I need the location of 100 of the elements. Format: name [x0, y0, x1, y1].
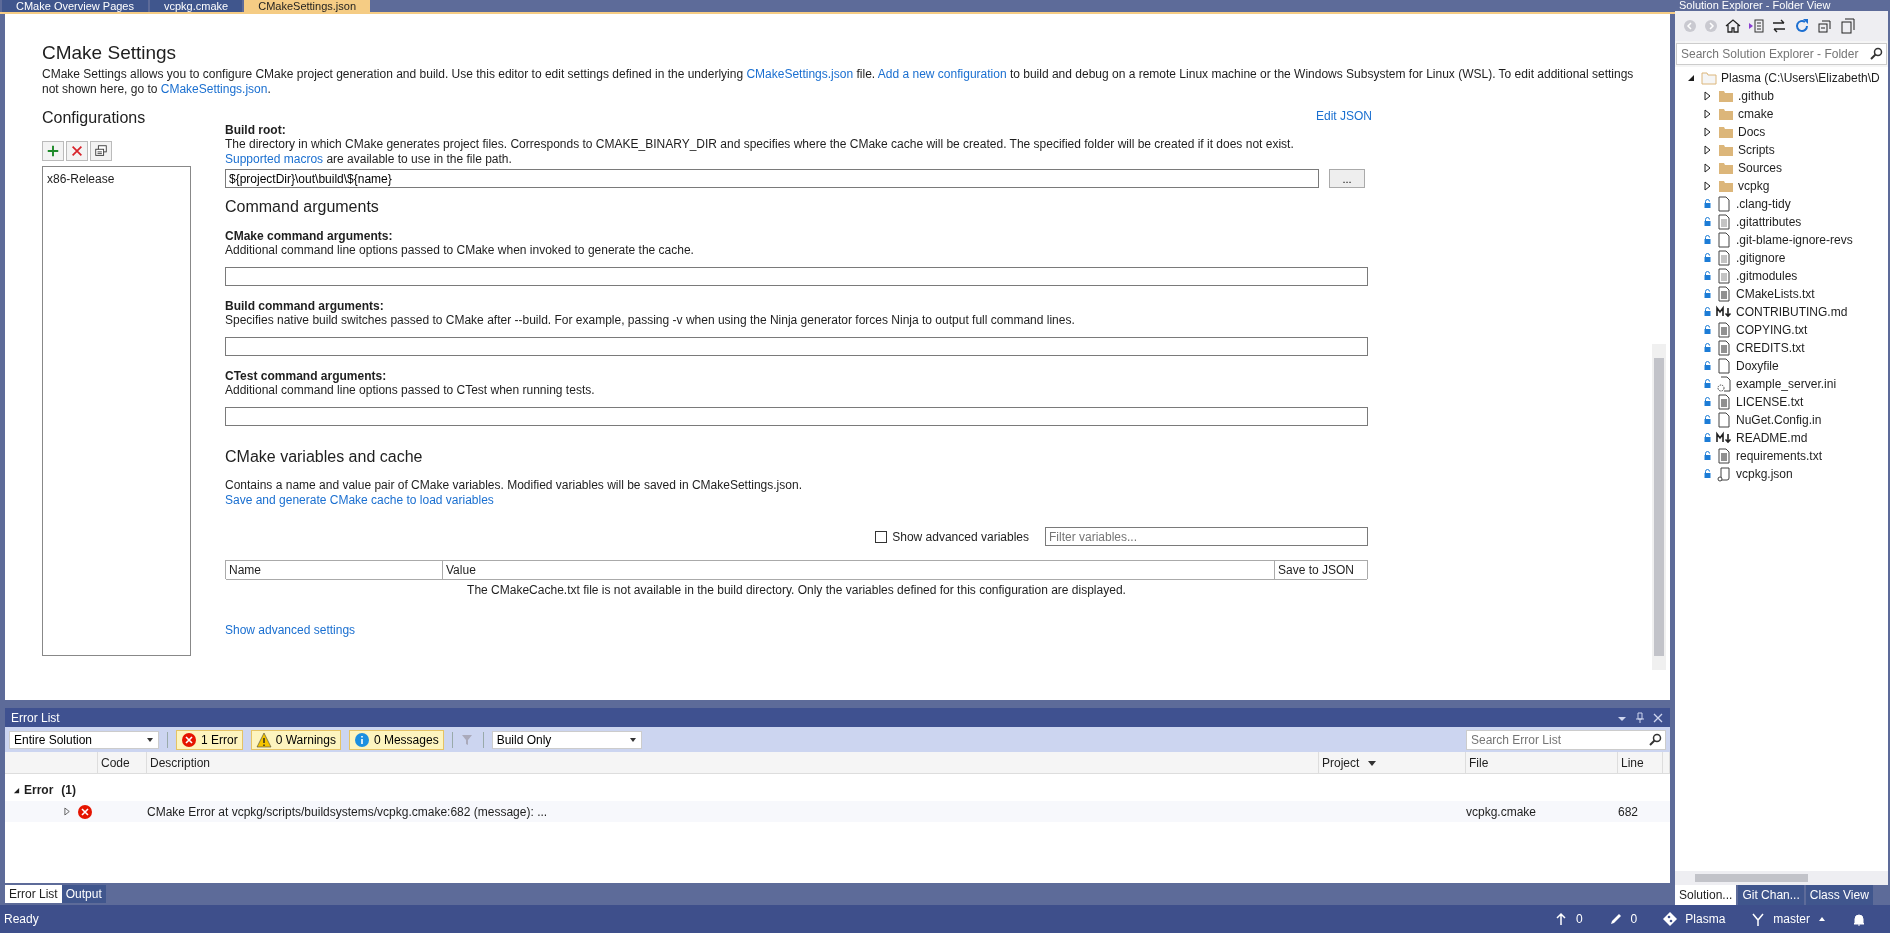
link[interactable]: Add a new configuration	[877, 67, 1007, 81]
browse-button[interactable]: ...	[1329, 169, 1365, 188]
input-field[interactable]	[225, 337, 1368, 356]
tree-item[interactable]: requirements.txt	[1736, 449, 1823, 463]
page-icon	[1716, 358, 1732, 374]
input-field[interactable]	[225, 407, 1368, 426]
search-field[interactable]: Search Solution Explorer - Folder	[1676, 43, 1887, 65]
tree-item[interactable]: CONTRIBUTING.md	[1736, 305, 1848, 319]
tree-item[interactable]: cmake	[1738, 107, 1774, 121]
tree-item[interactable]: .gitattributes	[1736, 215, 1802, 229]
panel-tab[interactable]: Output	[61, 885, 106, 903]
link[interactable]: CMakeSettings.json	[746, 67, 854, 81]
tree-item[interactable]: Doxyfile	[1736, 359, 1779, 373]
build-dropdown[interactable]: Build Only	[491, 730, 642, 749]
panel-tab[interactable]: Error List	[5, 885, 62, 903]
lock-icon	[1703, 361, 1711, 371]
filter-toggle[interactable]: 0 Messages	[348, 729, 444, 750]
delete-button[interactable]	[66, 141, 88, 161]
tree-item[interactable]: vcpkg	[1738, 179, 1770, 193]
lock-icon	[1703, 199, 1711, 209]
lock-icon	[1703, 469, 1711, 479]
section-heading: Configurations	[42, 109, 146, 127]
tree-item[interactable]: .clang-tidy	[1736, 197, 1791, 211]
add-button[interactable]	[42, 141, 64, 161]
branch-icon	[1751, 912, 1766, 926]
column-header: Save to JSON	[1275, 561, 1367, 580]
tree-item[interactable]: LICENSE.txt	[1736, 395, 1804, 409]
expand-icon[interactable]	[1704, 109, 1712, 119]
expand-icon[interactable]	[1704, 91, 1712, 101]
tree-item[interactable]: Plasma (C:\Users\Elizabeth\D	[1721, 71, 1880, 85]
lock-icon	[1703, 307, 1711, 317]
page-icon	[1716, 196, 1732, 212]
tree-item[interactable]: example_server.ini	[1736, 377, 1837, 391]
column-header[interactable]: Line	[1618, 752, 1663, 773]
field-description: The directory in which CMake generates project files. Corresponds to CMAKE_BINARY_DIR and specifies where the CMake cache will be created. The specified folder will be created if it does not exist. Supported macros are available to use in the file path.	[225, 137, 1295, 167]
tree-item[interactable]: NuGet.Config.in	[1736, 413, 1822, 427]
text-page-icon	[1716, 214, 1732, 230]
scrollbar[interactable]	[1652, 344, 1666, 670]
field-label: CTest command arguments:	[225, 369, 388, 383]
expanded-icon[interactable]	[13, 786, 20, 794]
status-item[interactable]: 0	[1630, 912, 1638, 926]
show-advanced-link[interactable]: Show advanced settings	[225, 623, 356, 637]
tree-item[interactable]: CMakeLists.txt	[1736, 287, 1815, 301]
expand-icon[interactable]	[1704, 127, 1712, 137]
checkbox[interactable]	[875, 530, 888, 543]
tree-item[interactable]: .gitmodules	[1736, 269, 1798, 283]
scope-dropdown[interactable]: Entire Solution	[9, 730, 159, 749]
document-tab[interactable]: vcpkg.cmake	[150, 0, 243, 12]
column-header[interactable]: Description	[147, 752, 1319, 773]
copy-button[interactable]	[90, 141, 112, 161]
expanded-icon[interactable]	[1687, 74, 1695, 82]
panel-tab[interactable]: Class View	[1805, 885, 1873, 905]
page-icon	[1716, 412, 1732, 428]
tree-item[interactable]: .github	[1738, 89, 1775, 103]
build-root-field[interactable]: ${projectDir}\out\build\${name}	[225, 169, 1319, 188]
filter-icon	[460, 732, 475, 747]
tree-item[interactable]: vcpkg.json	[1736, 467, 1793, 481]
column-header[interactable]: Code	[98, 752, 147, 773]
edit-json-link[interactable]: Edit JSON	[1316, 109, 1372, 127]
caret-icon	[1818, 915, 1826, 923]
lock-icon	[1703, 343, 1711, 353]
link[interactable]: Supported macros	[225, 152, 324, 166]
tree-item[interactable]: .git-blame-ignore-revs	[1736, 233, 1853, 247]
git-icon	[1663, 912, 1678, 926]
status-item[interactable]: Plasma	[1685, 912, 1726, 926]
text-page-icon	[1716, 250, 1732, 266]
scrollbar[interactable]	[1675, 871, 1888, 885]
filter-toggle[interactable]: 1 Error	[176, 729, 243, 750]
panel-tab[interactable]: Solution...	[1675, 885, 1737, 905]
section-description: Contains a name and value pair of CMake variables. Modified variables will be saved in CMakeSettings.json.	[225, 478, 803, 493]
tree-item[interactable]: CREDITS.txt	[1736, 341, 1805, 355]
column-header[interactable]: Project	[1319, 752, 1466, 773]
generate-cache-link[interactable]: Save and generate CMake cache to load variables	[225, 493, 494, 507]
tree-item[interactable]: Scripts	[1738, 143, 1775, 157]
section-heading: Command arguments	[225, 198, 380, 216]
tree-item[interactable]: COPYING.txt	[1736, 323, 1808, 337]
expand-icon[interactable]	[1704, 163, 1712, 173]
configuration-item[interactable]: x86-Release	[47, 170, 186, 188]
status-item[interactable]: 0	[1575, 912, 1583, 926]
markdown-icon	[1716, 430, 1732, 446]
panel-tab[interactable]: Git Chan...	[1738, 885, 1804, 905]
document-tab[interactable]: CMakeSettings.json	[244, 0, 371, 12]
lock-icon	[1703, 397, 1711, 407]
search-field[interactable]: Search Error List	[1466, 729, 1666, 750]
expand-icon[interactable]	[1704, 181, 1712, 191]
document-icon	[1716, 286, 1732, 302]
filter-toggle[interactable]: 0 Warnings	[250, 729, 341, 750]
pin-icon	[1634, 711, 1646, 724]
tree-item[interactable]: .gitignore	[1736, 251, 1786, 265]
column-header[interactable]: File	[1466, 752, 1618, 773]
filter-field[interactable]: Filter variables...	[1045, 527, 1368, 546]
lock-icon	[1703, 289, 1711, 299]
tree-item[interactable]: Sources	[1738, 161, 1783, 175]
error-icon	[181, 731, 197, 748]
tree-item[interactable]: Docs	[1738, 125, 1766, 139]
input-field[interactable]	[225, 267, 1368, 286]
expand-icon[interactable]	[1704, 145, 1712, 155]
tree-item[interactable]: README.md	[1736, 431, 1808, 445]
document-tab[interactable]: CMake Overview Pages	[2, 0, 148, 12]
status-item[interactable]: master	[1773, 912, 1810, 926]
